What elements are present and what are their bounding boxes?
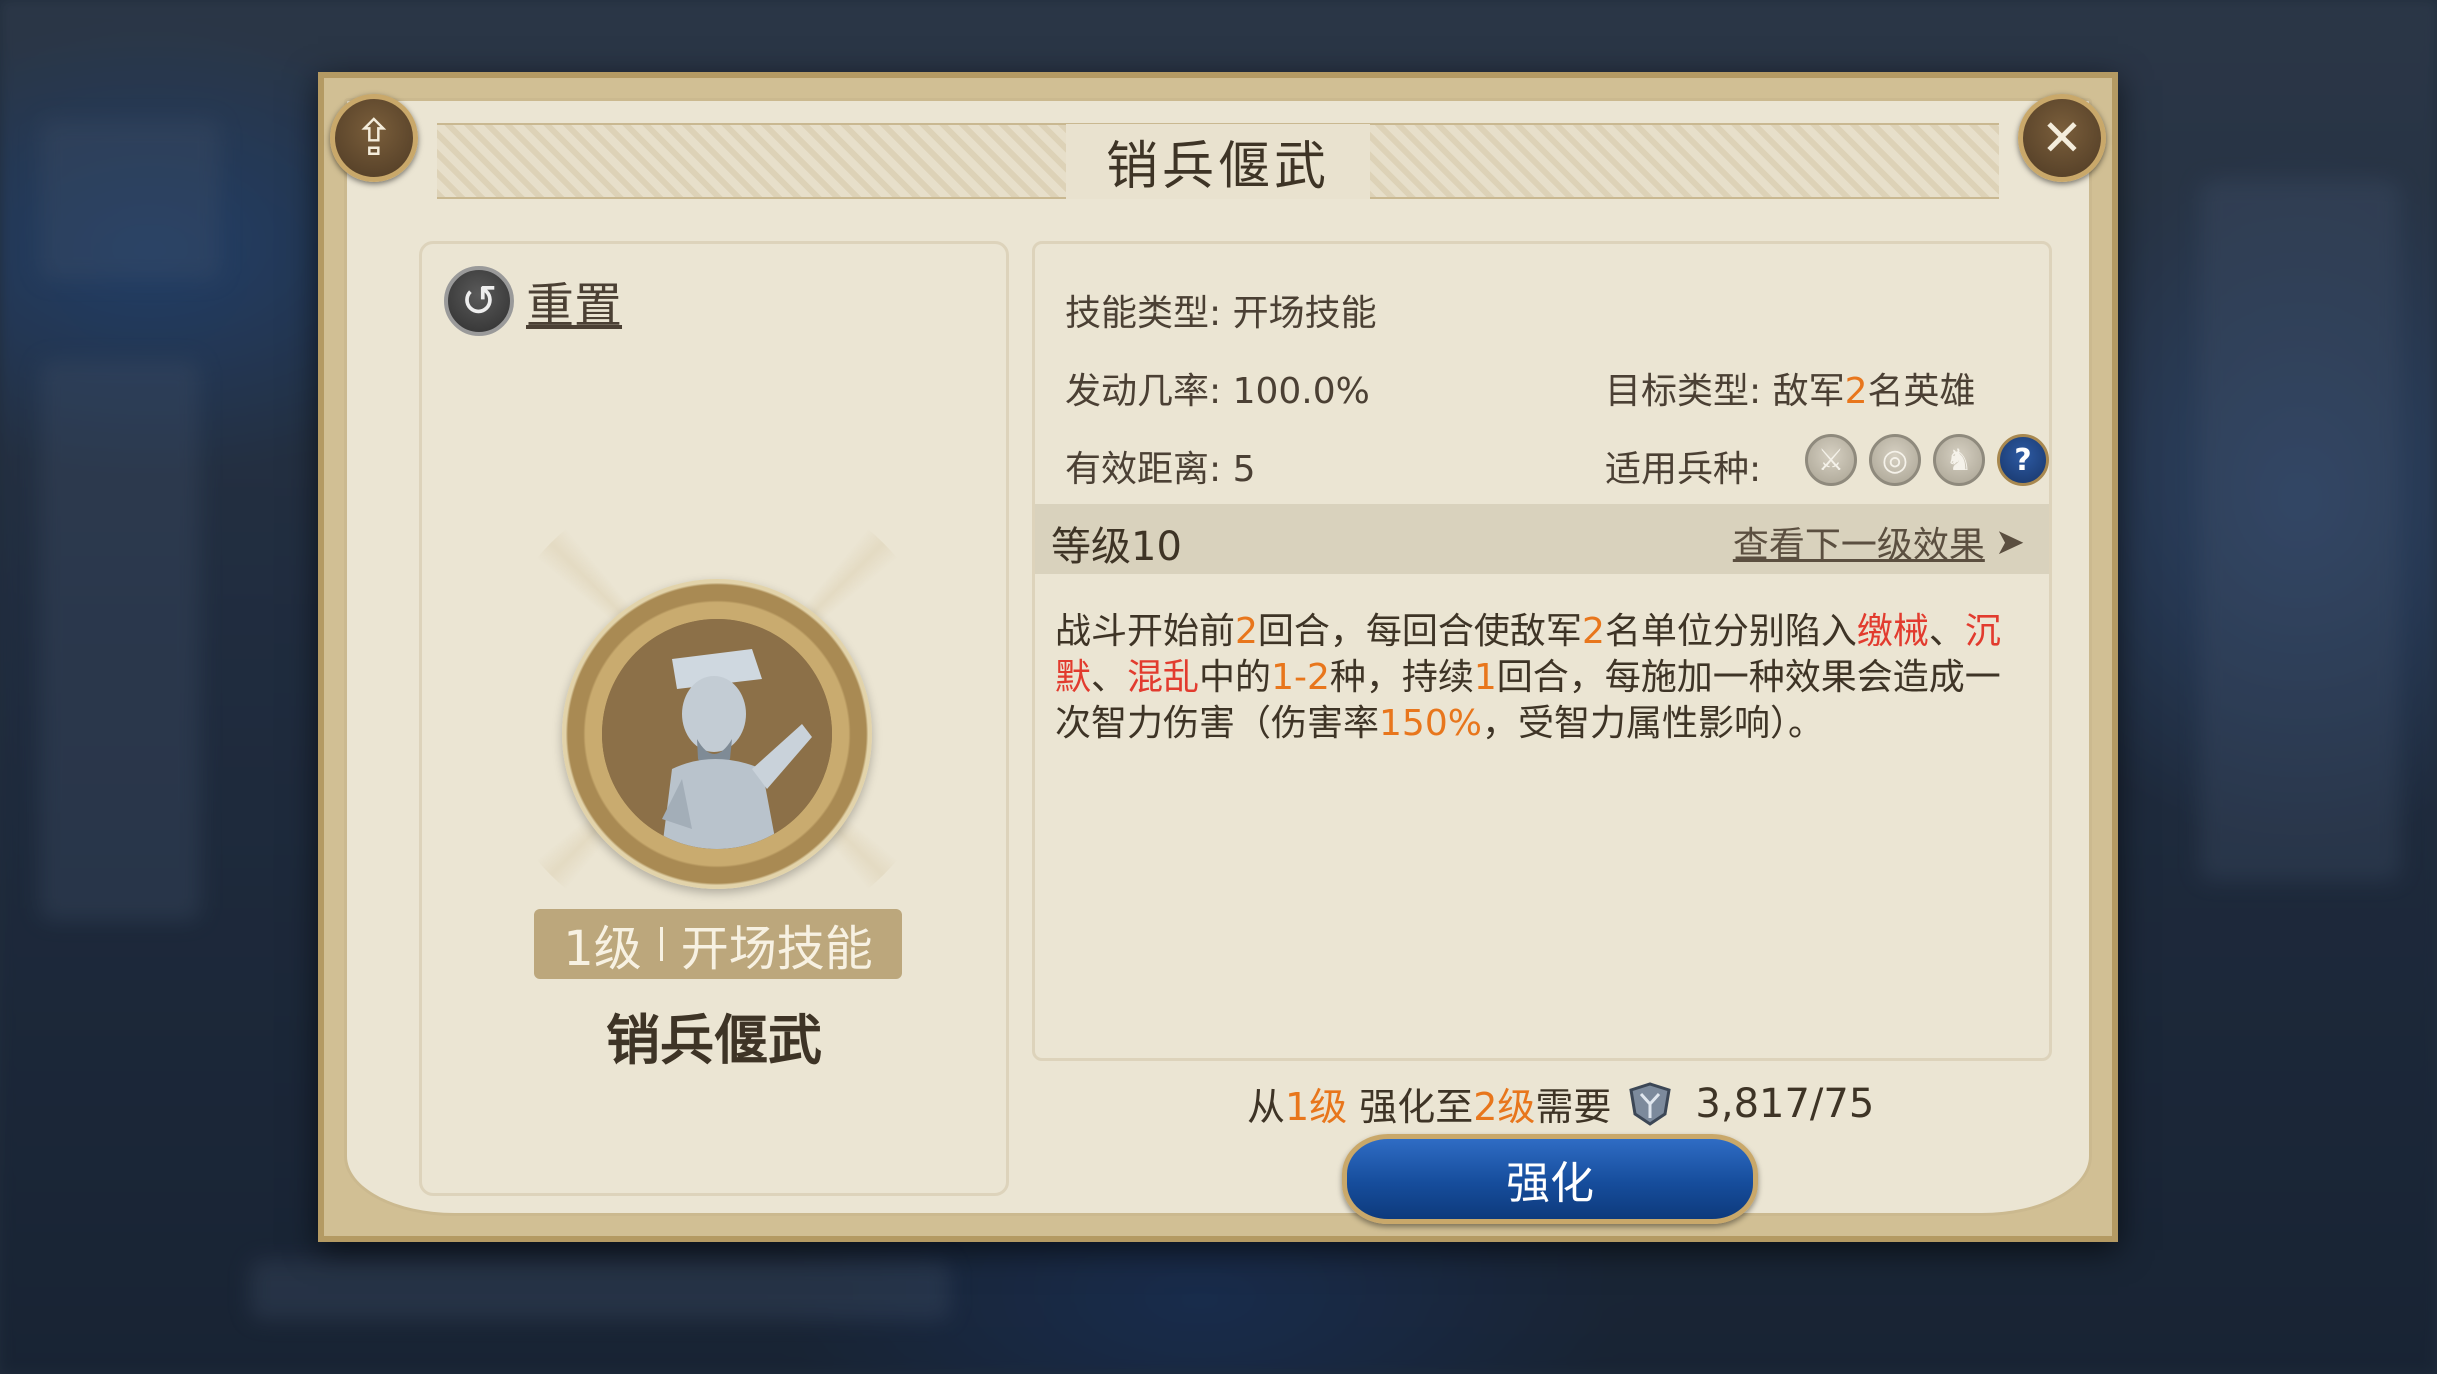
question-icon[interactable]: ?	[1997, 434, 2049, 486]
skill-type-value: 开场技能	[1232, 293, 1377, 334]
desc-text: 、	[1928, 611, 1965, 652]
reset-button[interactable]: ↺ 重置	[444, 266, 622, 336]
reset-label: 重置	[526, 278, 623, 334]
scholar-figure-icon	[602, 619, 832, 849]
target-suffix: 名英雄	[1867, 371, 1976, 412]
trigger-rate-row: 发动几率: 100.0%	[1065, 362, 1370, 414]
target-bow-icon[interactable]: ◎	[1869, 434, 1921, 486]
desc-number: 1-2	[1271, 657, 1330, 698]
title-bar: 销兵偃武	[437, 123, 1999, 199]
desc-text: 、	[1091, 657, 1128, 698]
skill-level-badge: 1级 开场技能	[534, 909, 902, 979]
skill-portrait-frame	[562, 579, 872, 889]
skill-type-label: 技能类型:	[1065, 293, 1222, 334]
cost-to: 强化至2级需要	[1359, 1085, 1612, 1129]
level-bar: 等级10 查看下一级效果 ➤	[1035, 504, 2049, 574]
unit-types-label: 适用兵种:	[1605, 449, 1762, 490]
sword-icon[interactable]: ⚔	[1805, 434, 1857, 486]
desc-text: 中的	[1199, 657, 1272, 698]
unit-type-icons: ⚔ ◎ ♞ ?	[1805, 434, 2049, 486]
desc-number: 150%	[1379, 703, 1482, 744]
desc-text: 名单位分别陷入	[1604, 611, 1857, 652]
desc-number: 2	[1235, 611, 1258, 652]
dialog-title: 销兵偃武	[1065, 123, 1370, 199]
skill-dialog: 销兵偃武 ↺ 重置 1级 开场技能 销兵偃武 技能类型: 开场技能 发动几率: …	[318, 72, 2118, 1242]
target-type-label: 目标类型:	[1605, 371, 1762, 412]
share-icon: ⇪	[353, 109, 395, 167]
desc-text: 种，持续	[1329, 657, 1474, 698]
trigger-rate-value: 100.0%	[1232, 371, 1370, 412]
skill-description: 战斗开始前2回合，每回合使敌军2名单位分别陷入缴械、沉默、混乱中的1-2种，持续…	[1055, 609, 2025, 747]
range-label: 有效距离:	[1065, 449, 1222, 490]
skill-material-icon	[1629, 1081, 1672, 1126]
close-button[interactable]: ✕	[2018, 94, 2106, 182]
range-value: 5	[1232, 449, 1256, 490]
dialog-body: 销兵偃武 ↺ 重置 1级 开场技能 销兵偃武 技能类型: 开场技能 发动几率: …	[344, 98, 2092, 1224]
desc-text: 回合，每回合使敌军	[1257, 611, 1582, 652]
horse-icon[interactable]: ♞	[1933, 434, 1985, 486]
upgrade-cost: 从1级 强化至2级需要 3,817/75	[1247, 1076, 1874, 1131]
desc-number: 1	[1473, 657, 1497, 698]
cost-value: 3,817/75	[1695, 1080, 1875, 1127]
skill-portrait-panel: ↺ 重置 1级 开场技能 销兵偃武	[419, 241, 1009, 1196]
reset-icon: ↺	[444, 266, 514, 336]
target-type-row: 目标类型: 敌军2名英雄	[1605, 362, 1976, 414]
desc-text: ，受智力属性影响）。	[1481, 703, 1824, 744]
skill-type-row: 技能类型: 开场技能	[1065, 284, 1377, 336]
share-button[interactable]: ⇪	[330, 94, 418, 182]
next-level-link[interactable]: 查看下一级效果 ➤	[1733, 516, 2025, 568]
skill-name: 销兵偃武	[606, 1009, 822, 1072]
desc-status: 缴械	[1856, 611, 1929, 652]
trigger-rate-label: 发动几率:	[1065, 371, 1222, 412]
skill-info-panel: 技能类型: 开场技能 发动几率: 100.0% 目标类型: 敌军2名英雄 有效距…	[1032, 241, 2052, 1061]
arrow-right-icon: ➤	[1994, 521, 2025, 563]
desc-status: 混乱	[1127, 657, 1200, 698]
target-count: 2	[1844, 371, 1868, 412]
skill-level: 等级10	[1051, 524, 1182, 570]
target-prefix: 敌军	[1772, 371, 1845, 412]
badge-divider	[659, 927, 663, 961]
badge-skill-type: 开场技能	[680, 921, 873, 977]
badge-level: 1级	[563, 921, 642, 977]
upgrade-button[interactable]: 强化	[1342, 1134, 1758, 1224]
next-level-label: 查看下一级效果	[1732, 525, 1985, 566]
skill-portrait	[602, 619, 832, 849]
desc-text: 战斗开始前	[1055, 611, 1236, 652]
close-icon: ✕	[2041, 109, 2083, 167]
cost-from: 从1级	[1247, 1085, 1348, 1129]
range-row: 有效距离: 5	[1065, 440, 1256, 492]
desc-number: 2	[1581, 611, 1605, 652]
